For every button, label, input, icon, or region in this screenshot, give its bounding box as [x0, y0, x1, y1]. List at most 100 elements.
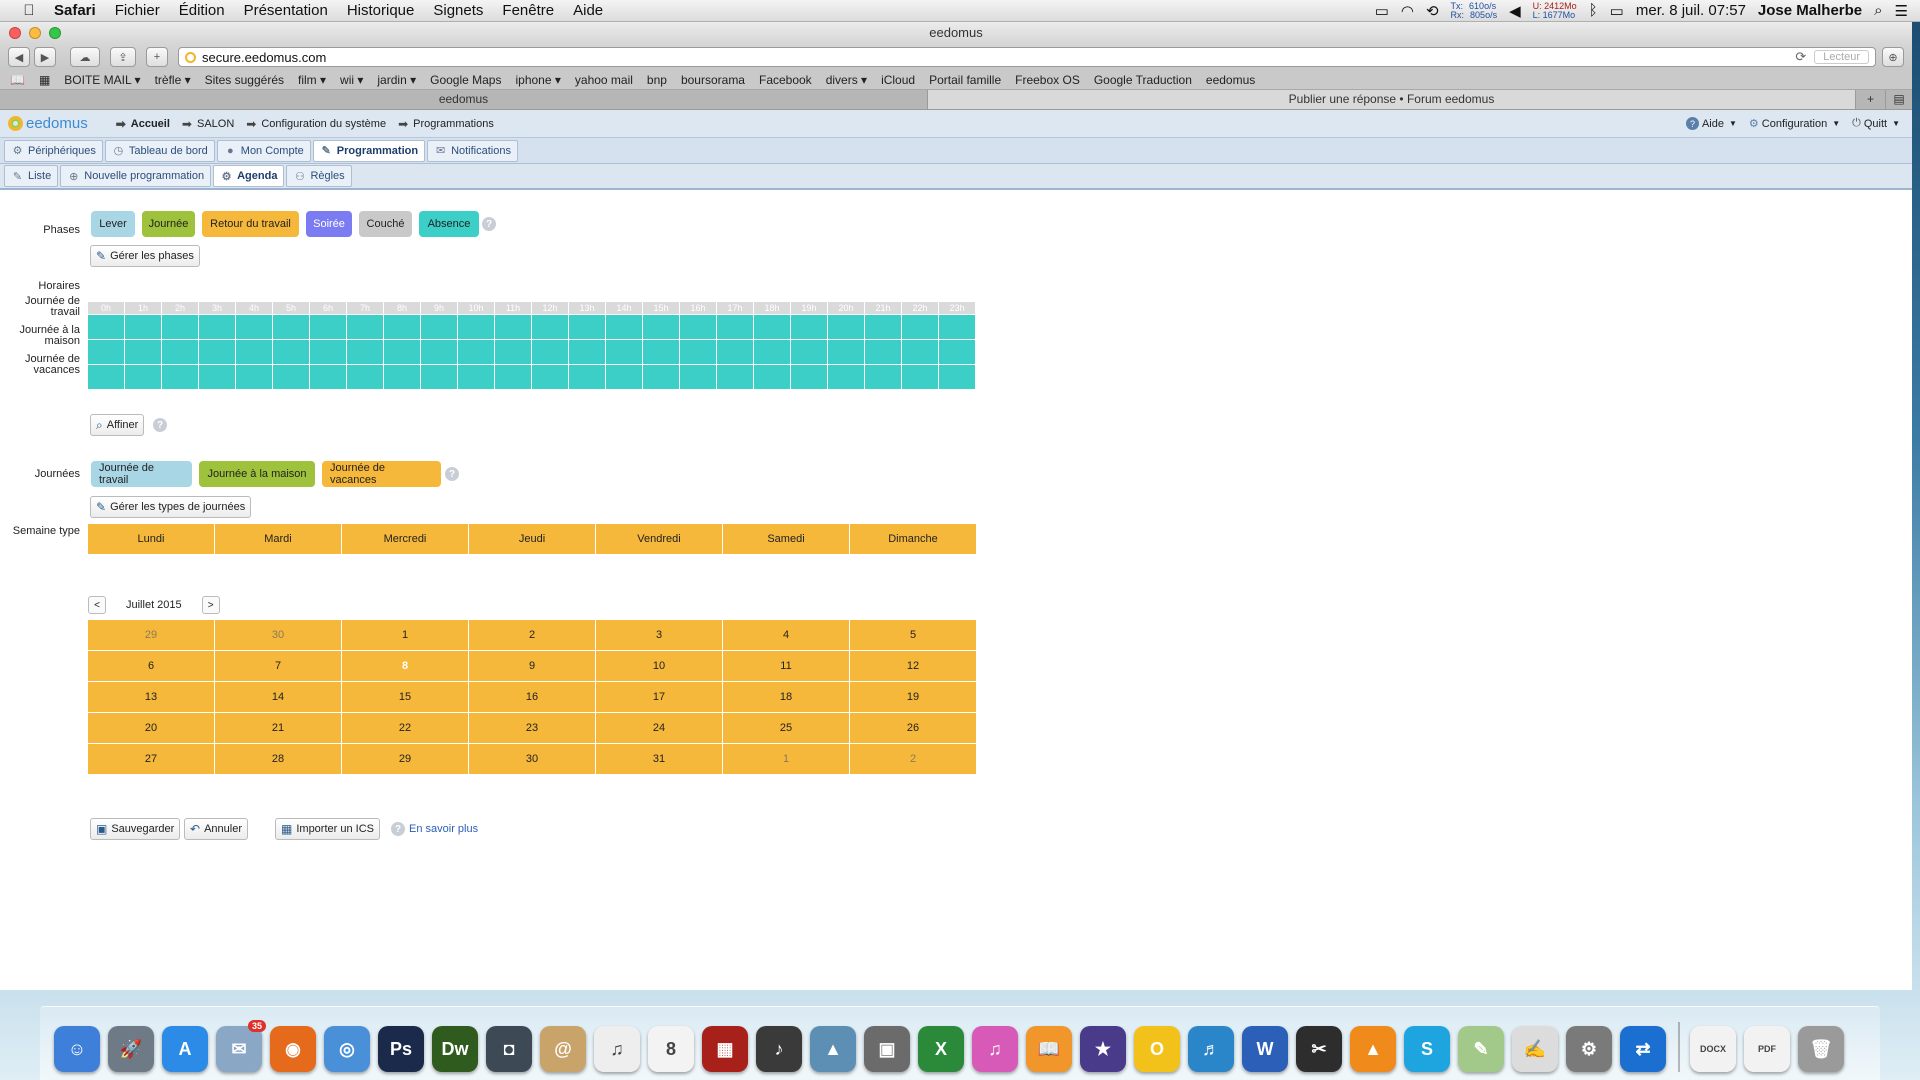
schedule-cell[interactable]	[421, 314, 458, 339]
breadcrumb-programmations[interactable]: ➡ Programmations	[398, 117, 494, 131]
schedule-cell[interactable]	[199, 339, 236, 364]
close-window-icon[interactable]	[9, 27, 21, 39]
schedule-cell[interactable]	[273, 339, 310, 364]
tab-overview-icon[interactable]: ▤	[1886, 90, 1912, 109]
bookmark-item[interactable]: boursorama	[681, 73, 745, 87]
schedule-cell[interactable]	[236, 364, 273, 389]
system-preferences-icon[interactable]: ⚙	[1566, 1026, 1612, 1072]
schedule-cell[interactable]	[384, 314, 421, 339]
schedule-cell[interactable]	[717, 339, 754, 364]
schedule-cell[interactable]	[458, 314, 495, 339]
airplay-icon[interactable]: ▭	[1375, 2, 1389, 20]
icloud-tabs-button[interactable]: ☁	[70, 47, 100, 67]
schedule-cell[interactable]	[717, 364, 754, 389]
calendar-day-cell[interactable]: 27	[88, 744, 215, 775]
eedomus-logo[interactable]: eedomus	[8, 115, 88, 132]
week-day-cell[interactable]: Mercredi	[342, 524, 469, 554]
previous-month-button[interactable]: <	[88, 596, 106, 614]
week-day-cell[interactable]: Jeudi	[469, 524, 596, 554]
schedule-cell[interactable]	[125, 339, 162, 364]
bookmark-item[interactable]: iphone ▾	[515, 73, 560, 87]
calendar-day-cell[interactable]: 4	[723, 620, 850, 651]
schedule-cell[interactable]	[902, 314, 939, 339]
excel-icon[interactable]: X	[918, 1026, 964, 1072]
week-day-cell[interactable]: Lundi	[88, 524, 215, 554]
breadcrumb-accueil[interactable]: ➡ Accueil	[116, 117, 170, 131]
launchpad-icon[interactable]: 🚀	[108, 1026, 154, 1072]
pdf-icon[interactable]: PDF	[1744, 1026, 1790, 1072]
user-name[interactable]: Jose Malherbe	[1758, 2, 1862, 19]
calendar-day-cell[interactable]: 29	[342, 744, 469, 775]
calendar-day-cell[interactable]: 23	[469, 713, 596, 744]
bookmark-item[interactable]: Google Traduction	[1094, 73, 1192, 87]
breadcrumb-salon[interactable]: ➡ SALON	[182, 117, 234, 131]
schedule-cell[interactable]	[347, 364, 384, 389]
time-machine-icon[interactable]: ⟲	[1426, 2, 1439, 20]
iphoto-icon[interactable]: ▲	[810, 1026, 856, 1072]
bookmark-item[interactable]: Freebox OS	[1015, 73, 1080, 87]
phase-retour-du-travail[interactable]: Retour du travail	[202, 211, 299, 237]
bookmark-item[interactable]: jardin ▾	[377, 73, 416, 87]
manage-phases-button[interactable]: ✎ Gérer les phases	[90, 245, 200, 267]
bookmark-item[interactable]: BOITE MAIL ▾	[64, 73, 140, 87]
itunes-alt-icon[interactable]: ♫	[594, 1026, 640, 1072]
schedule-cell[interactable]	[236, 314, 273, 339]
itunes-icon[interactable]: ♫	[972, 1026, 1018, 1072]
manage-day-types-button[interactable]: ✎ Gérer les types de journées	[90, 496, 252, 518]
dreamweaver-icon[interactable]: Dw	[432, 1026, 478, 1072]
schedule-cell[interactable]	[421, 364, 458, 389]
schedule-cell[interactable]	[162, 339, 199, 364]
schedule-cell[interactable]	[606, 364, 643, 389]
schedule-cell[interactable]	[828, 314, 865, 339]
safari-icon[interactable]: ◎	[324, 1026, 370, 1072]
schedule-cell[interactable]	[273, 364, 310, 389]
imovie-icon[interactable]: ★	[1080, 1026, 1126, 1072]
finder-icon[interactable]: ☺	[54, 1026, 100, 1072]
calendar-day-cell[interactable]: 26	[850, 713, 977, 744]
download-button[interactable]: ⊕	[1882, 47, 1904, 67]
menu-signets[interactable]: Signets	[433, 2, 483, 19]
address-bar[interactable]: secure.eedomus.com ⟳ Lecteur	[178, 47, 1876, 67]
memory-meter[interactable]: U: 2412Mo L: 1677Mo	[1533, 1, 1577, 20]
calendar-day-cell[interactable]: 10	[596, 651, 723, 682]
clock[interactable]: mer. 8 juil. 07:57	[1636, 2, 1746, 19]
spotlight-icon[interactable]: ⌕	[1874, 2, 1882, 19]
schedule-cell[interactable]	[717, 314, 754, 339]
journee-travail[interactable]: Journée de travail	[91, 461, 192, 487]
subtab-regles[interactable]: ⚇ Règles	[286, 165, 352, 187]
firefox-icon[interactable]: ◉	[270, 1026, 316, 1072]
bookmark-item[interactable]: trèfle ▾	[155, 73, 191, 87]
textedit-icon[interactable]: ✍	[1512, 1026, 1558, 1072]
schedule-cell[interactable]	[754, 364, 791, 389]
schedule-cell[interactable]	[125, 314, 162, 339]
ibooks-icon[interactable]: 📖	[1026, 1026, 1072, 1072]
calendar-day-cell[interactable]: 2	[850, 744, 977, 775]
calendar-day-cell[interactable]: 22	[342, 713, 469, 744]
phases-help-icon[interactable]: ?	[482, 217, 496, 231]
calendar-day-cell[interactable]: 29	[88, 620, 215, 651]
schedule-cell[interactable]	[791, 339, 828, 364]
schedule-cell[interactable]	[532, 339, 569, 364]
phase-absence[interactable]: Absence	[419, 211, 479, 237]
calendar-day-cell[interactable]: 11	[723, 651, 850, 682]
phase-soiree[interactable]: Soirée	[306, 211, 352, 237]
tab-peripheriques[interactable]: ⚙ Périphériques	[4, 139, 103, 162]
menu-aide[interactable]: Aide	[573, 2, 603, 19]
final-cut-icon[interactable]: ✂	[1296, 1026, 1342, 1072]
calendar-day-cell[interactable]: 25	[723, 713, 850, 744]
schedule-cell[interactable]	[421, 339, 458, 364]
schedule-cell[interactable]	[680, 364, 717, 389]
vlc-icon[interactable]: ▲	[1350, 1026, 1396, 1072]
schedule-cell[interactable]	[199, 314, 236, 339]
configuration-menu[interactable]: ⚙ Configuration ▼	[1749, 117, 1840, 131]
menu-fichier[interactable]: Fichier	[115, 2, 160, 19]
schedule-cell[interactable]	[384, 364, 421, 389]
breadcrumb-configuration[interactable]: ➡ Configuration du système	[246, 117, 386, 131]
calendar-day-cell[interactable]: 31	[596, 744, 723, 775]
calendar-day-cell[interactable]: 3	[596, 620, 723, 651]
schedule-cell[interactable]	[939, 314, 976, 339]
subtab-agenda[interactable]: ⚙ Agenda	[213, 165, 285, 187]
next-month-button[interactable]: >	[201, 596, 220, 614]
photo-icon[interactable]: ▣	[864, 1026, 910, 1072]
volume-icon[interactable]: ◀	[1509, 2, 1521, 20]
